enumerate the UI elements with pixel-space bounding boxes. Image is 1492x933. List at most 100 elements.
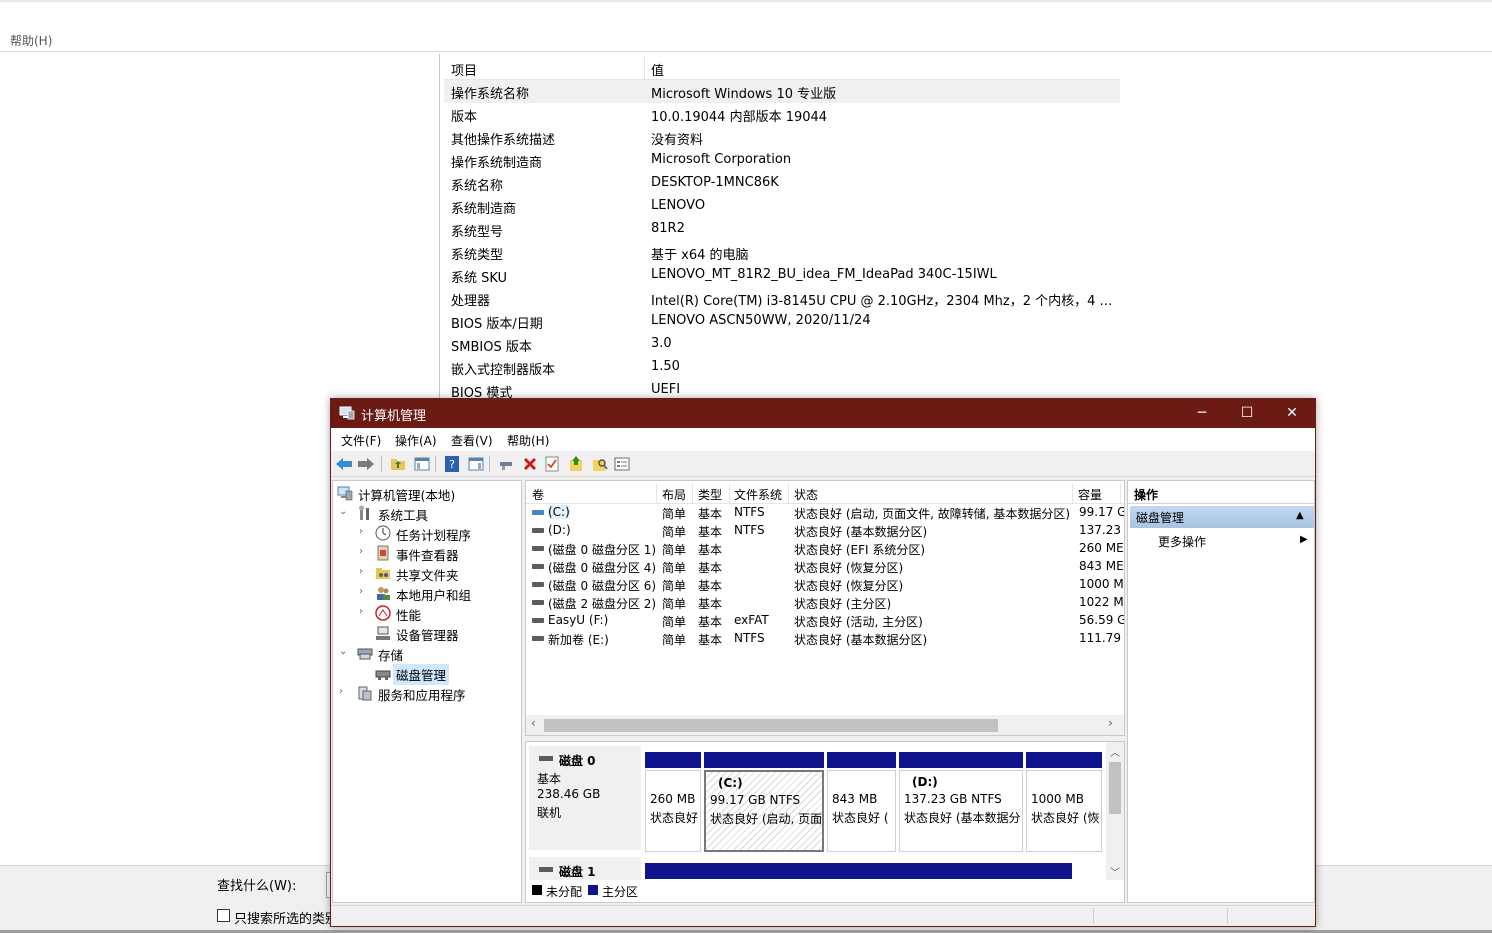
- column-header-volume[interactable]: 卷: [532, 486, 544, 503]
- volume-row[interactable]: (磁盘 0 磁盘分区 1) 简单 基本 状态良好 (EFI 系统分区) 260 ME: [526, 540, 1124, 558]
- toolbar-separator: [381, 456, 382, 472]
- search-folder-icon[interactable]: [591, 455, 609, 473]
- chevron-right-icon[interactable]: ›: [359, 606, 369, 618]
- column-divider[interactable]: [1120, 484, 1121, 504]
- tools-icon: [359, 505, 369, 520]
- chevron-right-icon[interactable]: ›: [359, 566, 369, 578]
- submenu-arrow-icon[interactable]: ▶: [1300, 534, 1308, 545]
- system-summary-row[interactable]: BIOS 模式 UEFI: [444, 379, 1120, 400]
- system-summary-list[interactable]: 项目 值 操作系统名称 Microsoft Windows 10 专业版 版本 10.…: [444, 56, 1120, 400]
- volume-layout: 简单: [662, 633, 687, 647]
- background-menu-help[interactable]: 帮助(H): [10, 32, 52, 49]
- system-summary-row[interactable]: BIOS 版本/日期 LENOVO ASCN50WW, 2020/11/24: [444, 310, 1120, 333]
- system-summary-row[interactable]: 处理器 Intel(R) Core(TM) i3-8145U CPU @ 2.10…: [444, 287, 1120, 310]
- column-divider[interactable]: [656, 484, 657, 504]
- column-divider[interactable]: [692, 484, 693, 504]
- chevron-right-icon[interactable]: ›: [359, 526, 369, 538]
- volume-row[interactable]: 新加卷 (E:) 简单 基本 NTFS 状态良好 (基本数据分区) 111.79: [526, 630, 1124, 648]
- volume-list-horizontal-scrollbar[interactable]: ‹ ›: [526, 715, 1124, 735]
- column-header-type[interactable]: 类型: [698, 486, 722, 503]
- partition-c[interactable]: (C:) 99.17 GB NTFS 状态良好 (启动, 页面: [704, 752, 824, 852]
- menu-action[interactable]: 操作(A): [395, 432, 437, 449]
- chevron-right-icon[interactable]: ›: [339, 686, 349, 698]
- system-summary-row[interactable]: 系统 SKU LENOVO_MT_81R2_BU_idea_FM_IdeaPad …: [444, 264, 1120, 287]
- chevron-right-icon[interactable]: ›: [359, 546, 369, 558]
- volume-row[interactable]: (磁盘 0 磁盘分区 6) 简单 基本 状态良好 (恢复分区) 1000 M: [526, 576, 1124, 594]
- partition-d[interactable]: (D:) 137.23 GB NTFS 状态良好 (基本数据分: [899, 752, 1023, 852]
- delete-icon[interactable]: [521, 455, 539, 473]
- column-header-capacity[interactable]: 容量: [1078, 486, 1102, 503]
- actions-section-disk-management[interactable]: 磁盘管理 ▲: [1130, 506, 1314, 528]
- check-icon[interactable]: [543, 455, 561, 473]
- chevron-down-icon[interactable]: ⌄: [339, 646, 349, 658]
- maximize-button[interactable]: ☐: [1224, 399, 1270, 428]
- system-summary-row[interactable]: 操作系统制造商 Microsoft Corporation: [444, 149, 1120, 172]
- column-header-layout[interactable]: 布局: [662, 486, 686, 503]
- system-summary-row[interactable]: 版本 10.0.19044 内部版本 19044: [444, 103, 1120, 126]
- connect-icon[interactable]: [497, 455, 515, 473]
- collapse-arrow-icon[interactable]: ▲: [1296, 510, 1304, 521]
- forward-arrow-icon[interactable]: [357, 455, 375, 473]
- minimize-button[interactable]: ─: [1179, 399, 1225, 428]
- column-divider[interactable]: [729, 484, 730, 504]
- volume-row[interactable]: (磁盘 0 磁盘分区 4) 简单 基本 状态良好 (恢复分区) 843 ME: [526, 558, 1124, 576]
- system-summary-row[interactable]: 其他操作系统描述 没有资料: [444, 126, 1120, 149]
- import-icon[interactable]: [567, 455, 585, 473]
- services-icon: [358, 686, 372, 701]
- column-header-item[interactable]: 项目: [451, 60, 477, 79]
- volume-icon: [532, 546, 544, 551]
- volume-icon: [532, 600, 544, 605]
- column-header-status[interactable]: 状态: [794, 486, 818, 503]
- system-summary-row[interactable]: 嵌入式控制器版本 1.50: [444, 356, 1120, 379]
- column-divider[interactable]: [1072, 484, 1073, 504]
- title-bar[interactable]: 计算机管理 ─ ☐ ✕: [331, 399, 1315, 428]
- help-icon[interactable]: ?: [443, 455, 461, 473]
- menu-view[interactable]: 查看(V): [451, 432, 493, 449]
- volume-row[interactable]: EasyU (F:) 简单 基本 exFAT 状态良好 (活动, 主分区) 56.59 G: [526, 612, 1124, 630]
- partition-size: 137.23 GB NTFS: [904, 792, 1002, 806]
- system-summary-row[interactable]: 系统型号 81R2: [444, 218, 1120, 241]
- partition-recovery-6[interactable]: 1000 MB 状态良好 (恢: [1026, 752, 1102, 852]
- column-header-filesystem[interactable]: 文件系统: [734, 486, 782, 503]
- system-summary-row[interactable]: 操作系统名称 Microsoft Windows 10 专业版: [444, 80, 1120, 103]
- disk-1-partition-bar[interactable]: [645, 863, 1072, 879]
- partition-recovery-4[interactable]: 843 MB 状态良好 (: [827, 752, 896, 852]
- column-divider[interactable]: [644, 56, 645, 80]
- properties-icon[interactable]: [613, 455, 631, 473]
- close-button[interactable]: ✕: [1269, 399, 1315, 428]
- partition-efi[interactable]: 260 MB 状态良好: [645, 752, 701, 852]
- menu-file[interactable]: 文件(F): [341, 432, 381, 449]
- column-header-value[interactable]: 值: [651, 60, 664, 79]
- disk-1-info[interactable]: 磁盘 1: [529, 857, 641, 881]
- scroll-down-arrow-icon[interactable]: ﹀: [1110, 864, 1120, 879]
- back-arrow-icon[interactable]: [335, 455, 353, 473]
- search-selected-checkbox[interactable]: [217, 909, 230, 922]
- show-hide-tree-icon[interactable]: [413, 455, 431, 473]
- toolbar-separator: [489, 456, 490, 472]
- volume-row[interactable]: (C:) 简单 基本 NTFS 状态良好 (启动, 页面文件, 故障转储, 基本数据分区…: [526, 504, 1124, 522]
- more-actions-item[interactable]: 更多操作: [1158, 533, 1206, 550]
- chevron-right-icon[interactable]: ›: [359, 586, 369, 598]
- volume-row[interactable]: (磁盘 2 磁盘分区 2) 简单 基本 状态良好 (主分区) 1022 M: [526, 594, 1124, 612]
- disk-view-vertical-scrollbar[interactable]: ︿ ﹀: [1106, 742, 1124, 880]
- volume-row[interactable]: (D:) 简单 基本 NTFS 状态良好 (基本数据分区) 137.23: [526, 522, 1124, 540]
- scroll-up-arrow-icon[interactable]: ︿: [1110, 744, 1120, 759]
- show-hide-action-pane-icon[interactable]: [467, 455, 485, 473]
- scrollbar-thumb[interactable]: [544, 719, 998, 732]
- system-summary-row[interactable]: 系统类型 基于 x64 的电脑: [444, 241, 1120, 264]
- chevron-down-icon[interactable]: ⌄: [339, 506, 349, 518]
- menu-help[interactable]: 帮助(H): [507, 432, 549, 449]
- scrollbar-thumb[interactable]: [1109, 762, 1121, 814]
- scroll-left-arrow-icon[interactable]: ‹: [531, 716, 536, 730]
- system-summary-row[interactable]: SMBIOS 版本 3.0: [444, 333, 1120, 356]
- system-summary-row[interactable]: 系统制造商 LENOVO: [444, 195, 1120, 218]
- up-folder-icon[interactable]: [389, 455, 407, 473]
- console-tree: 计算机管理(本地) ⌄ 系统工具 › 任务计划程序 › 事件查看器 › 共享文件…: [332, 480, 522, 903]
- system-summary-row[interactable]: 系统名称 DESKTOP-1MNC86K: [444, 172, 1120, 195]
- disk-0-info[interactable]: 磁盘 0 基本 238.46 GB 联机: [529, 746, 641, 850]
- row-item: 嵌入式控制器版本: [451, 363, 556, 378]
- column-divider[interactable]: [788, 484, 789, 504]
- scroll-right-arrow-icon[interactable]: ›: [1108, 716, 1113, 730]
- partition-size: 1000 MB: [1031, 792, 1084, 806]
- partition-body: 260 MB 状态良好: [645, 770, 701, 852]
